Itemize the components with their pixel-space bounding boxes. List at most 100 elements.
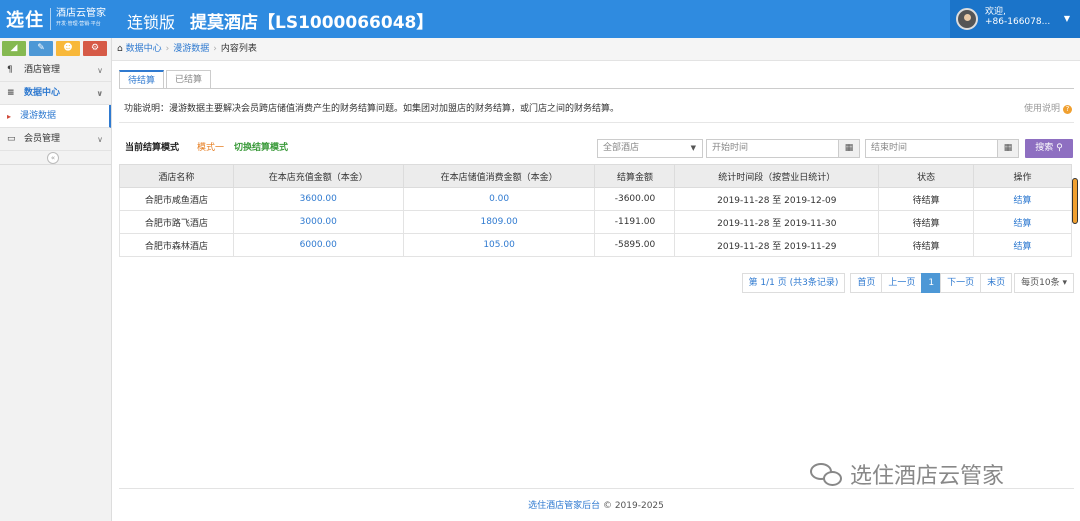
period-cell: 2019-11-28 至 2019-12-09: [674, 187, 880, 211]
start-date-input[interactable]: 开始时间: [706, 139, 839, 158]
status-cell: 待结算: [878, 233, 975, 257]
users-icon[interactable]: ☻: [56, 41, 80, 56]
avatar[interactable]: [956, 8, 978, 30]
settle-action-link[interactable]: 结算: [973, 210, 1072, 234]
breadcrumb-separator: ›: [213, 44, 217, 54]
logo-tagline: 开发·管理·营销·平台: [56, 21, 101, 27]
prev-page-button[interactable]: 上一页: [881, 273, 923, 293]
column-header: 操作: [973, 164, 1072, 188]
top-header: 选住 酒店云管家 开发·管理·营销·平台 连锁版 提莫酒店【LS10000660…: [0, 0, 1080, 38]
table-row: 合肥市森林酒店 6000.00 105.00 -5895.00 2019-11-…: [119, 233, 1072, 257]
table-row: 合肥市路飞酒店 3000.00 1809.00 -1191.00 2019-11…: [119, 210, 1072, 234]
tab-divider: [119, 88, 1074, 89]
breadcrumb: ⌂ 数据中心 › 漫游数据 › 内容列表: [112, 38, 1080, 61]
help-link[interactable]: 使用说明?: [1024, 101, 1072, 114]
page-info: 第 1/1 页 (共3条记录): [741, 273, 846, 293]
recharge-amount-link[interactable]: 3000.00: [232, 210, 404, 234]
search-button[interactable]: 搜索 ⚲: [1025, 139, 1073, 158]
logo-subtitle: 酒店云管家: [56, 8, 106, 19]
tab-bar: 待结算 已结算: [119, 70, 213, 89]
scrollbar-thumb[interactable]: [1072, 178, 1078, 224]
sidebar-subitem-roaming-data[interactable]: 漫游数据: [0, 105, 111, 128]
page-size-value: 每页10条: [1021, 278, 1060, 288]
tab-pending[interactable]: 待结算: [119, 70, 165, 89]
chevron-down-icon: ∨: [96, 89, 104, 98]
search-icon: ⚲: [1056, 143, 1063, 153]
home-icon[interactable]: ⌂: [117, 44, 123, 54]
function-description: 功能说明：漫游数据主要解决会员跨店储值消费产生的财务结算问题。如集团对加盟店的财…: [124, 104, 620, 114]
settle-action-link[interactable]: 结算: [973, 233, 1072, 257]
collapse-icon[interactable]: «: [47, 152, 59, 164]
period-cell: 2019-11-28 至 2019-11-29: [674, 233, 880, 257]
status-cell: 待结算: [878, 187, 975, 211]
edition-label: 连锁版: [127, 13, 176, 32]
hotel-select-value: 全部酒店: [603, 143, 640, 153]
table-row: 合肥市咸鱼酒店 3600.00 0.00 -3600.00 2019-11-28…: [119, 187, 1072, 211]
chevron-down-icon: ∨: [97, 135, 103, 144]
recharge-amount-link[interactable]: 3600.00: [232, 187, 404, 211]
app-logo[interactable]: 选住: [6, 6, 44, 32]
consume-amount-link[interactable]: 0.00: [402, 187, 596, 211]
sidebar-item-label: 数据中心: [24, 88, 61, 98]
hotel-title: 提莫酒店【LS1000066048】: [190, 13, 434, 33]
sidebar: ◢ ✎ ☻ ⚙ ¶ 酒店管理 ∨ ≡ 数据中心 ∨ 漫游数据 ▭ 会员管理 ∨ …: [0, 38, 112, 521]
hotel-name-cell: 合肥市咸鱼酒店: [119, 187, 234, 211]
sidebar-item-member-management[interactable]: ▭ 会员管理 ∨: [0, 128, 111, 151]
breadcrumb-link[interactable]: 数据中心: [126, 44, 162, 54]
switch-mode-link[interactable]: 切换结算模式: [234, 140, 288, 153]
current-page-button[interactable]: 1: [921, 273, 942, 293]
user-menu[interactable]: 欢迎, +86-166078... ▼: [950, 0, 1080, 38]
database-icon: ≡: [7, 88, 15, 98]
caret-down-icon[interactable]: ▼: [1064, 14, 1070, 23]
page-size-select[interactable]: 每页10条 ▾: [1014, 273, 1074, 293]
question-icon: ?: [1063, 105, 1072, 114]
footer-divider: [119, 488, 1074, 489]
recharge-amount-link[interactable]: 6000.00: [232, 233, 404, 257]
caret-down-icon: ▼: [690, 144, 696, 152]
consume-amount-link[interactable]: 1809.00: [402, 210, 596, 234]
sidebar-item-label: 酒店管理: [24, 65, 61, 75]
user-phone: +86-166078...: [985, 17, 1051, 27]
chart-icon[interactable]: ◢: [2, 41, 26, 56]
calendar-icon[interactable]: ▦: [997, 139, 1019, 158]
breadcrumb-link[interactable]: 漫游数据: [173, 44, 209, 54]
last-page-button[interactable]: 末页: [980, 273, 1013, 293]
hotel-select[interactable]: 全部酒店 ▼: [597, 139, 703, 158]
footer-brand-link[interactable]: 选住酒店管家后台: [528, 501, 600, 511]
column-header: 在本店充值金额（本金）: [232, 164, 404, 188]
wechat-icon: [810, 461, 844, 487]
period-cell: 2019-11-28 至 2019-11-30: [674, 210, 880, 234]
hotel-name-cell: 合肥市森林酒店: [119, 233, 234, 257]
settlement-amount-cell: -5895.00: [594, 233, 676, 257]
consume-amount-link[interactable]: 105.00: [402, 233, 596, 257]
pencil-icon[interactable]: ✎: [29, 41, 53, 56]
breadcrumb-current: 内容列表: [220, 44, 257, 54]
sidebar-item-hotel-management[interactable]: ¶ 酒店管理 ∨: [0, 59, 111, 82]
tab-settled[interactable]: 已结算: [166, 70, 212, 89]
column-header: 在本店储值消费金额（本金）: [402, 164, 596, 188]
table-header-row: 酒店名称 在本店充值金额（本金） 在本店储值消费金额（本金） 结算金额 统计时间…: [119, 164, 1072, 188]
settlement-mode-label: 当前结算模式: [125, 143, 180, 153]
pagination: 第 1/1 页 (共3条记录) 首页 上一页 1 下一页 末页 每页10条 ▾: [741, 273, 1074, 293]
hotel-name-cell: 合肥市路飞酒店: [119, 210, 234, 234]
copyright: © 2019-2025: [600, 501, 664, 511]
end-date-input[interactable]: 结束时间: [865, 139, 998, 158]
footer: 选住酒店管家后台 © 2019-2025: [0, 498, 1080, 511]
search-label: 搜索: [1035, 143, 1054, 153]
help-label: 使用说明: [1023, 104, 1060, 114]
sidebar-item-data-center[interactable]: ≡ 数据中心 ∨: [0, 82, 111, 105]
status-cell: 待结算: [878, 210, 975, 234]
sidebar-collapse-row: «: [0, 151, 111, 165]
next-page-button[interactable]: 下一页: [940, 273, 982, 293]
chevron-down-icon: ∨: [97, 66, 103, 75]
column-header: 酒店名称: [119, 164, 234, 188]
cogs-icon[interactable]: ⚙: [83, 41, 107, 56]
settle-action-link[interactable]: 结算: [973, 187, 1072, 211]
watermark-text: 选住酒店云管家: [850, 464, 1005, 489]
first-page-button[interactable]: 首页: [850, 273, 883, 293]
settlement-amount-cell: -1191.00: [594, 210, 676, 234]
watermark: 选住酒店云管家: [810, 458, 1004, 490]
calendar-icon[interactable]: ▦: [838, 139, 860, 158]
quick-actions: ◢ ✎ ☻ ⚙: [0, 38, 111, 59]
settlement-table: 酒店名称 在本店充值金额（本金） 在本店储值消费金额（本金） 结算金额 统计时间…: [119, 164, 1072, 257]
